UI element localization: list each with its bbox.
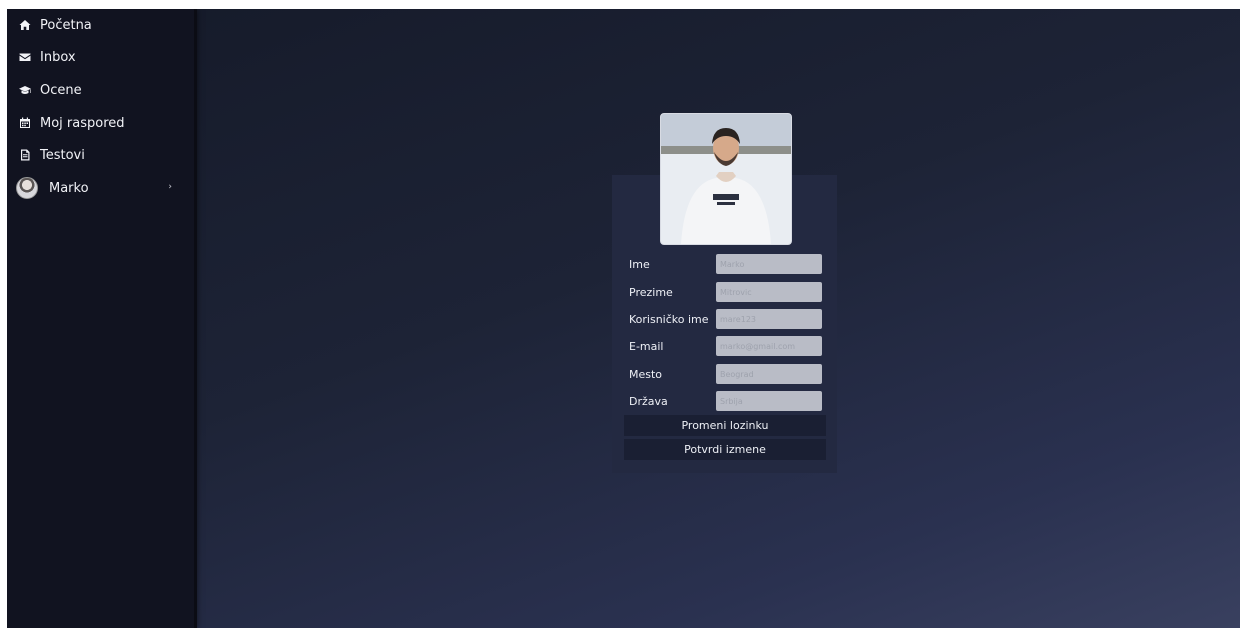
korisnicko-ime-input[interactable] [716, 309, 822, 329]
confirm-changes-button[interactable]: Potvrdi izmene [624, 439, 826, 460]
field-label-korisnicko-ime: Korisničko ime [629, 312, 709, 326]
graduation-cap-icon [19, 84, 31, 96]
field-row-drzava: Država [629, 391, 829, 411]
sidebar-item-testovi[interactable]: Testovi [19, 142, 189, 168]
field-label-email: E-mail [629, 339, 664, 353]
app-frame: Početna Inbox Ocene Moj raspored Testovi [7, 9, 1240, 628]
sidebar-item-pocetna[interactable]: Početna [19, 12, 189, 38]
ime-input[interactable] [716, 254, 822, 274]
sidebar: Početna Inbox Ocene Moj raspored Testovi [7, 9, 197, 628]
field-label-drzava: Država [629, 394, 668, 408]
sidebar-item-moj-raspored[interactable]: Moj raspored [19, 110, 189, 136]
chevron-right-icon: › [168, 182, 172, 192]
field-row-korisnicko-ime: Korisničko ime [629, 309, 829, 329]
envelope-icon [19, 51, 31, 63]
field-row-email: E-mail [629, 336, 829, 356]
sidebar-item-label: Inbox [40, 49, 76, 65]
sidebar-item-label: Ocene [40, 82, 82, 98]
avatar [16, 177, 38, 199]
sidebar-item-inbox[interactable]: Inbox [19, 44, 189, 70]
field-label-mesto: Mesto [629, 367, 663, 381]
calendar-icon [19, 117, 31, 129]
field-label-ime: Ime [629, 257, 650, 271]
email-input[interactable] [716, 336, 822, 356]
drzava-input[interactable] [716, 391, 822, 411]
sidebar-item-ocene[interactable]: Ocene [19, 77, 189, 103]
field-row-prezime: Prezime [629, 282, 829, 302]
mesto-input[interactable] [716, 364, 822, 384]
sidebar-item-user[interactable]: Marko › [16, 175, 186, 201]
prezime-input[interactable] [716, 282, 822, 302]
field-label-prezime: Prezime [629, 285, 673, 299]
sidebar-item-label: Testovi [40, 147, 85, 163]
user-name: Marko [49, 180, 89, 196]
document-icon [19, 149, 31, 161]
sidebar-item-label: Početna [40, 17, 92, 33]
change-password-button[interactable]: Promeni lozinku [624, 415, 826, 436]
field-row-mesto: Mesto [629, 364, 829, 384]
home-icon [19, 19, 31, 31]
sidebar-item-label: Moj raspored [40, 115, 125, 131]
field-row-ime: Ime [629, 254, 829, 274]
profile-photo [660, 113, 792, 245]
